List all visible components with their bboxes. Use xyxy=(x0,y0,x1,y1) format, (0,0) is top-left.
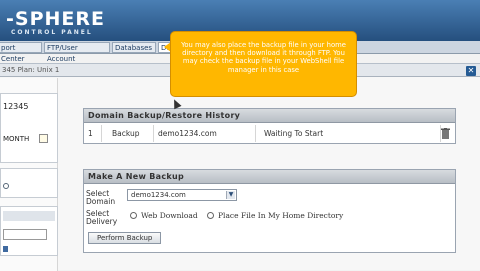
edit-icon[interactable] xyxy=(39,134,48,143)
account-summary: 12345 MONTH xyxy=(0,93,58,163)
action-row: Perform Backup xyxy=(84,229,455,249)
sidebar-panel xyxy=(0,206,58,256)
close-icon[interactable]: ✕ xyxy=(466,66,476,76)
domain-select-value: demo1234.com xyxy=(131,191,186,199)
new-backup-title: Make A New Backup xyxy=(84,170,455,184)
row-domain: demo1234.com xyxy=(154,125,256,142)
row-type: Backup xyxy=(102,125,154,142)
select-delivery-label: Select Delivery xyxy=(86,209,118,226)
tab-ftp-user-account[interactable]: FTP/User Account xyxy=(44,42,110,63)
web-download-radio[interactable] xyxy=(130,212,137,219)
tab-support-center[interactable]: port Center xyxy=(0,42,42,63)
select-domain-label: Select Domain xyxy=(86,189,116,206)
home-directory-radio[interactable] xyxy=(207,212,214,219)
arrow-icon[interactable] xyxy=(3,246,8,252)
delivery-row: Select Delivery Web Download Place File … xyxy=(84,207,455,229)
new-backup-panel: Make A New Backup Select Domain demo1234… xyxy=(83,169,456,253)
search-box xyxy=(0,168,58,198)
web-download-label: Web Download xyxy=(141,211,198,220)
row-number: 1 xyxy=(84,125,102,142)
perform-backup-button[interactable]: Perform Backup xyxy=(88,232,162,244)
history-title: Domain Backup/Restore History xyxy=(84,109,455,123)
sidebar-input[interactable] xyxy=(3,229,47,240)
info-tooltip: You may also place the backup file in yo… xyxy=(170,31,357,97)
trash-icon[interactable] xyxy=(441,128,450,139)
domain-row: Select Domain demo1234.com ▼ xyxy=(84,184,455,207)
brand-logo: -SPHERE xyxy=(6,8,105,30)
history-panel: Domain Backup/Restore History 1 Backup d… xyxy=(83,108,456,144)
sidebar-panel-header xyxy=(3,211,55,221)
domain-select[interactable]: demo1234.com ▼ xyxy=(127,189,237,201)
sidebar: 12345 MONTH xyxy=(0,78,58,271)
table-row: 1 Backup demo1234.com Waiting To Start xyxy=(84,125,455,142)
chevron-down-icon[interactable]: ▼ xyxy=(226,191,235,199)
tab-databases[interactable]: Databases xyxy=(112,42,156,53)
search-icon[interactable] xyxy=(3,183,9,189)
brand-subtitle: CONTROL PANEL xyxy=(11,29,93,36)
billing-period: MONTH xyxy=(3,135,30,143)
window-title: 345 Plan: Unix 1 xyxy=(2,66,60,74)
row-status: Waiting To Start xyxy=(256,125,441,142)
account-id: 12345 xyxy=(3,102,29,111)
home-directory-label: Place File In My Home Directory xyxy=(218,211,344,220)
